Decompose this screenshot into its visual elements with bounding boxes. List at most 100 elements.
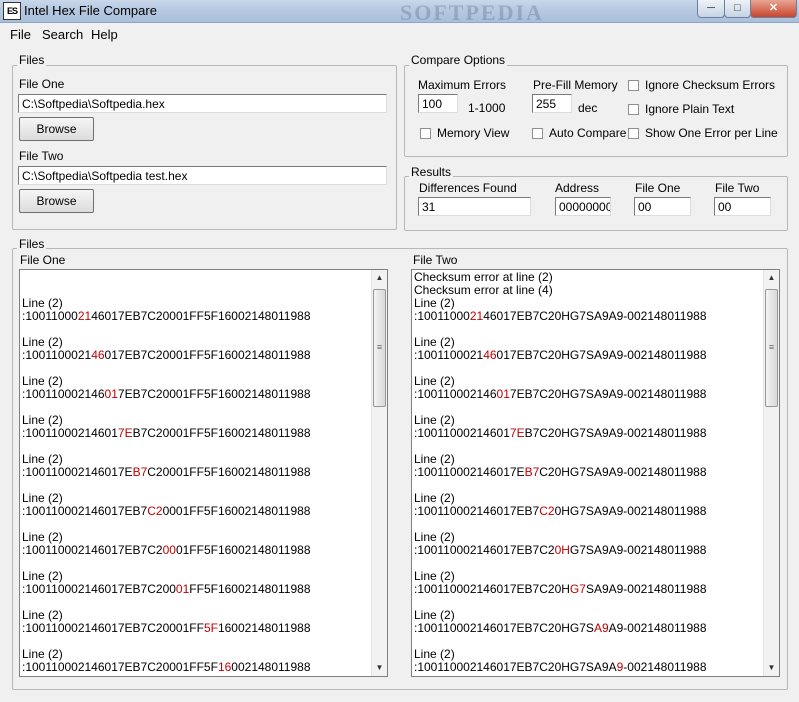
diff-record-line: :100110002146017EB7C20HG7SA9A9-002148011… [414, 622, 707, 635]
file-two-label: File Two [19, 149, 64, 163]
diff-record-line: :100110002146017EB7C20HG7SA9A9-002148011… [414, 505, 707, 518]
file-one-text-pane[interactable]: Line (2):100110002146017EB7C20001FF5F160… [19, 269, 388, 677]
file-one-path-input[interactable]: C:\Softpedia\Softpedia.hex [18, 94, 387, 113]
record-text: :100110002146017EB7 [414, 504, 540, 518]
ignore-plain-text-label: Ignore Plain Text [645, 102, 735, 116]
record-text: 017EB7C20001FF5F16002148011988 [104, 348, 311, 362]
ignore-plain-text-checkbox[interactable] [628, 104, 639, 115]
record-diff-highlight: 5F [203, 621, 218, 635]
record-diff-highlight: 21 [77, 309, 92, 323]
record-text: :100110002146017EB7C20001FF5F [22, 660, 218, 674]
record-text: 017EB7C20HG7SA9A9-002148011988 [496, 348, 707, 362]
scroll-thumb[interactable]: ≡ [373, 289, 386, 407]
record-text: :100110002146017EB7C20001FF [22, 621, 204, 635]
right-pane-title: File Two [413, 253, 458, 267]
record-text: :100110002146017EB7 [22, 504, 148, 518]
scroll-up-arrow-icon[interactable]: ▲ [372, 270, 387, 286]
browse-file-two-button[interactable]: Browse [19, 189, 94, 213]
ignore-checksum-checkbox[interactable] [628, 80, 639, 91]
record-diff-highlight: 01 [175, 582, 190, 596]
record-text: :100110002146017EB7C20H [414, 582, 570, 596]
watermark: SOFTPEDIA [400, 0, 544, 25]
menu-help[interactable]: Help [91, 27, 118, 42]
left-pane-title: File One [20, 253, 66, 267]
max-errors-input[interactable]: 100 [418, 94, 458, 113]
record-text: :10011000214601 [22, 426, 118, 440]
file-two-text-pane[interactable]: Checksum error at line (2) Checksum error… [411, 269, 780, 677]
show-one-error-checkbox[interactable] [628, 128, 639, 139]
record-text: :10011000214601 [414, 426, 510, 440]
maximize-button[interactable]: □ [724, 0, 751, 18]
show-one-error-label: Show One Error per Line [645, 126, 778, 140]
files-group-legend: Files [17, 53, 47, 67]
ignore-checksum-label: Ignore Checksum Errors [645, 78, 776, 92]
diff-record-line: :100110002146017EB7C20001FF5F16002148011… [22, 505, 311, 518]
result-file-one-field[interactable]: 00 [634, 197, 691, 216]
record-diff-highlight: 46 [91, 348, 105, 362]
scroll-down-arrow-icon[interactable]: ▼ [372, 660, 387, 676]
diff-record-line: :100110002146017EB7C20HG7SA9A9-002148011… [414, 544, 707, 557]
record-diff-highlight: A9 [593, 621, 609, 635]
menu-file[interactable]: File [10, 27, 31, 42]
record-diff-highlight: G7 [569, 582, 586, 596]
file-two-path-input[interactable]: C:\Softpedia\Softpedia test.hex [18, 166, 387, 185]
diff-record-line: :100110002146017EB7C20HG7SA9A9-002148011… [414, 310, 707, 323]
diff-record-line: :100110002146017EB7C20HG7SA9A9-002148011… [414, 349, 707, 362]
diff-record-line: :100110002146017EB7C20001FF5F16002148011… [22, 427, 311, 440]
address-field[interactable]: 00000000 [555, 197, 611, 216]
differences-field[interactable]: 31 [418, 197, 531, 216]
record-diff-highlight: C2 [147, 504, 163, 518]
differences-label: Differences Found [419, 181, 517, 195]
menu-search[interactable]: Search [42, 27, 83, 42]
record-text: :100110002146 [414, 387, 497, 401]
diff-record-line: :100110002146017EB7C20001FF5F16002148011… [22, 622, 311, 635]
record-text: 0001FF5F16002148011988 [162, 504, 311, 518]
scroll-thumb[interactable]: ≡ [765, 289, 778, 407]
address-label: Address [555, 181, 600, 195]
memory-view-checkbox[interactable] [420, 128, 431, 139]
record-diff-highlight: 21 [469, 309, 484, 323]
prefill-memory-input[interactable]: 255 [532, 94, 572, 113]
record-text: 01FF5F16002148011988 [175, 543, 311, 557]
record-text: G7SA9A9-002148011988 [569, 543, 707, 557]
browse-file-one-button[interactable]: Browse [19, 117, 94, 141]
record-text: 46017EB7C20001FF5F16002148011988 [91, 309, 311, 323]
diff-record-line: :100110002146017EB7C20001FF5F16002148011… [22, 466, 311, 479]
window-title: Intel Hex File Compare [24, 3, 157, 18]
record-diff-highlight: C2 [539, 504, 555, 518]
scroll-up-arrow-icon[interactable]: ▲ [764, 270, 779, 286]
diff-record-line: :100110002146017EB7C20001FF5F16002148011… [22, 349, 311, 362]
scroll-down-arrow-icon[interactable]: ▼ [764, 660, 779, 676]
diff-record-line: :100110002146017EB7C20001FF5F16002148011… [22, 583, 311, 596]
record-text: :1001100021 [414, 348, 484, 362]
diff-record-line: :100110002146017EB7C20HG7SA9A9-002148011… [414, 661, 707, 674]
auto-compare-label: Auto Compare [549, 126, 627, 140]
checksum-error-line: Checksum error at line (4) [414, 283, 553, 297]
record-text: C20HG7SA9A9-002148011988 [539, 465, 707, 479]
minimize-button[interactable]: ─ [697, 0, 725, 18]
record-diff-highlight: B7 [524, 465, 540, 479]
record-text: B7C20HG7SA9A9-002148011988 [524, 426, 707, 440]
scroll-grip-icon: ≡ [768, 342, 775, 352]
close-button[interactable]: ✕ [750, 0, 797, 18]
record-text: SA9A9-002148011988 [585, 582, 707, 596]
file-two-scrollbar[interactable]: ▲ ≡ ▼ [763, 270, 779, 676]
result-file-two-field[interactable]: 00 [714, 197, 771, 216]
file-one-scrollbar[interactable]: ▲ ≡ ▼ [371, 270, 387, 676]
diff-record-line: :100110002146017EB7C20HG7SA9A9-002148011… [414, 388, 707, 401]
auto-compare-checkbox[interactable] [532, 128, 543, 139]
record-text: :10011000 [414, 309, 470, 323]
